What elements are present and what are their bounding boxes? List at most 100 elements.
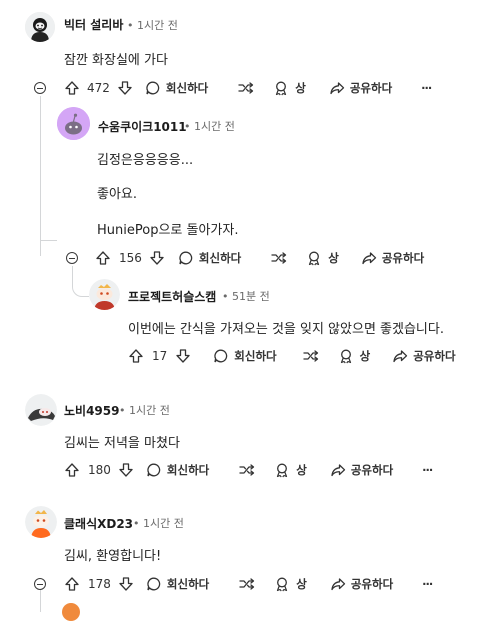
share-icon (362, 252, 376, 265)
upvote-icon (65, 81, 79, 95)
share-label: 공유하다 (413, 349, 456, 363)
comment-time[interactable]: 51분 전 (232, 290, 270, 303)
comment-time[interactable]: 1시간 전 (137, 19, 178, 32)
upvote-button[interactable] (64, 80, 80, 96)
comment-author[interactable]: 수움쿠이크1011 (98, 118, 187, 135)
comment-body: 김씨는 저녁을 마쳤다 (64, 436, 180, 451)
separator: • (133, 517, 140, 530)
reply-button[interactable]: 회신하다 (146, 462, 209, 478)
comment-body-line: 좋아요. (97, 187, 138, 202)
reply-label: 회신하다 (166, 463, 210, 477)
reply-button[interactable]: 회신하다 (146, 576, 209, 592)
crosspost-icon (302, 350, 318, 362)
comment-bubble-icon (214, 349, 228, 363)
more-options-button[interactable]: ··· (422, 577, 433, 591)
comment-author[interactable]: 클래식XD23 (64, 515, 133, 532)
collapse-thread-button[interactable] (66, 252, 78, 264)
comment-meta: • 1시간 전 (184, 118, 235, 134)
upvote-icon (65, 463, 79, 477)
downvote-button[interactable] (118, 576, 134, 592)
dark-snoo-avatar-icon[interactable] (25, 394, 57, 426)
snoo-avatar-icon[interactable] (89, 279, 120, 310)
award-button[interactable]: 상 (274, 576, 307, 592)
collapse-thread-button[interactable] (34, 578, 46, 590)
upvote-icon (96, 251, 110, 265)
share-button[interactable]: 공유하다 (361, 250, 424, 266)
crosspost-icon (238, 82, 254, 94)
next-reply-avatar-icon[interactable] (62, 603, 80, 621)
downvote-icon (176, 349, 190, 363)
crosspost-icon (239, 578, 255, 590)
downvote-button[interactable] (118, 462, 134, 478)
reply-button[interactable]: 회신하다 (178, 250, 241, 266)
comment-author[interactable]: 프로젝트허슬스캠 (128, 288, 216, 305)
comment-body-line: HuniePop으로 돌아가자. (97, 223, 239, 238)
share-button[interactable]: 공유하다 (330, 462, 393, 478)
vote-count: 472 (87, 81, 110, 95)
vote-count: 178 (88, 577, 111, 591)
award-icon (277, 577, 288, 592)
upvote-button[interactable] (64, 462, 80, 478)
comment-actions: 472 회신하다 상 공유하다 ··· (64, 78, 432, 98)
upvote-icon (65, 577, 79, 591)
reply-label: 회신하다 (165, 81, 209, 95)
comment-time[interactable]: 1시간 전 (194, 120, 235, 133)
downvote-button[interactable] (175, 348, 191, 364)
share-label: 공유하다 (381, 251, 425, 265)
separator: • (184, 120, 191, 133)
award-icon (277, 463, 288, 478)
award-button[interactable]: 상 (338, 348, 370, 364)
comment-time[interactable]: 1시간 전 (129, 404, 170, 417)
award-label: 상 (295, 81, 306, 95)
comment-body: 이번에는 간식을 가져오는 것을 잊지 않았으면 좋겠습니다. (128, 322, 444, 337)
comment-time[interactable]: 1시간 전 (143, 517, 184, 530)
comment-actions: 178 회신하다 상 공유하다 ··· (64, 574, 433, 594)
purple-snoo-avatar-icon[interactable] (57, 107, 90, 140)
vote-count: 156 (119, 251, 142, 265)
share-button[interactable]: 공유하다 (392, 348, 456, 364)
orange-snoo-avatar-icon[interactable] (25, 506, 57, 538)
downvote-icon (119, 463, 133, 477)
share-label: 공유하다 (349, 81, 393, 95)
downvote-button[interactable] (149, 250, 165, 266)
separator: • (127, 19, 134, 32)
crosspost-button[interactable] (270, 250, 288, 266)
award-icon (340, 349, 351, 364)
share-button[interactable]: 공유하다 (329, 80, 392, 96)
share-icon (330, 82, 344, 95)
award-button[interactable]: 상 (274, 462, 307, 478)
reply-button[interactable]: 회신하다 (213, 348, 277, 364)
collapse-thread-button[interactable] (34, 82, 46, 94)
comment-body: 잠깐 화장실에 가다 (64, 53, 168, 68)
more-options-button[interactable]: ··· (421, 81, 432, 95)
comment-author[interactable]: 노비4959 (64, 402, 119, 419)
upvote-button[interactable] (64, 576, 80, 592)
crosspost-button[interactable] (238, 576, 256, 592)
crosspost-button[interactable] (238, 462, 256, 478)
upvote-icon (129, 349, 143, 363)
comment-bubble-icon (147, 463, 161, 477)
masked-hacker-avatar-icon[interactable] (25, 12, 55, 42)
separator: • (222, 290, 229, 303)
crosspost-button[interactable] (302, 348, 320, 364)
comment-author[interactable]: 빅터 설리바 (64, 16, 123, 33)
award-button[interactable]: 상 (306, 250, 339, 266)
upvote-button[interactable] (95, 250, 111, 266)
comment-bubble-icon (146, 81, 160, 95)
downvote-button[interactable] (117, 80, 133, 96)
downvote-icon (150, 251, 164, 265)
comment-meta: • 1시간 전 (127, 17, 178, 33)
award-icon (276, 81, 287, 96)
downvote-icon (118, 81, 132, 95)
crosspost-icon (239, 464, 255, 476)
separator: • (119, 404, 126, 417)
upvote-button[interactable] (128, 348, 144, 364)
reply-label: 회신하다 (166, 577, 210, 591)
more-options-button[interactable]: ··· (422, 463, 433, 477)
share-button[interactable]: 공유하다 (330, 576, 393, 592)
reply-button[interactable]: 회신하다 (145, 80, 208, 96)
crosspost-button[interactable] (237, 80, 255, 96)
vote-count: 180 (88, 463, 111, 477)
thread-line[interactable] (40, 96, 41, 256)
award-button[interactable]: 상 (273, 80, 306, 96)
